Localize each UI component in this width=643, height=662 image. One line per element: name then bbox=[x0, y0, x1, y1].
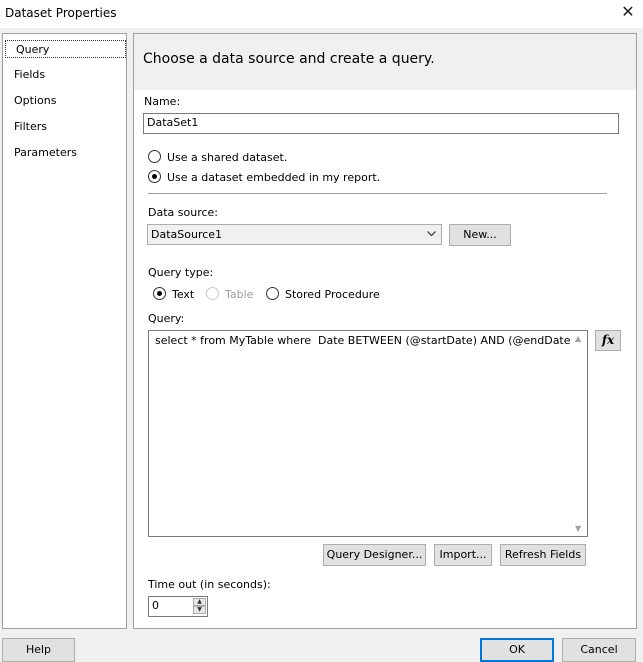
shared-dataset-label: Use a shared dataset. bbox=[167, 151, 288, 164]
nav-item-fields[interactable]: Fields bbox=[14, 66, 45, 84]
spin-up-icon[interactable]: ▲ bbox=[193, 598, 206, 606]
new-data-source-button[interactable]: New... bbox=[449, 224, 511, 246]
nav-item-filters[interactable]: Filters bbox=[14, 118, 47, 136]
nav-panel: Query Fields Options Filters Parameters bbox=[2, 33, 127, 629]
query-scrollbar[interactable]: ▲ ▼ bbox=[571, 331, 587, 536]
scroll-down-icon[interactable]: ▼ bbox=[575, 524, 581, 533]
embedded-dataset-radio[interactable] bbox=[148, 170, 161, 183]
data-source-value: DataSource1 bbox=[151, 228, 223, 241]
query-type-text-radio[interactable] bbox=[153, 287, 166, 300]
close-icon[interactable]: ✕ bbox=[617, 2, 639, 24]
nav-item-query[interactable]: Query bbox=[5, 40, 126, 58]
expression-fx-button[interactable]: fx bbox=[595, 330, 621, 351]
query-type-table-radio bbox=[206, 287, 219, 300]
timeout-value: 0 bbox=[152, 599, 159, 612]
name-input[interactable]: DataSet1 bbox=[143, 113, 619, 134]
query-type-table-label: Table bbox=[225, 288, 254, 301]
query-editor[interactable]: select * from MyTable where Date BETWEEN… bbox=[148, 330, 588, 537]
query-type-stored-procedure-label: Stored Procedure bbox=[285, 288, 380, 301]
import-button[interactable]: Import... bbox=[434, 544, 492, 566]
name-label: Name: bbox=[144, 95, 181, 108]
embedded-dataset-label: Use a dataset embedded in my report. bbox=[167, 171, 381, 184]
spin-down-icon[interactable]: ▼ bbox=[193, 606, 206, 614]
timeout-spinner[interactable]: 0 ▲ ▼ bbox=[148, 596, 208, 617]
query-label: Query: bbox=[148, 312, 185, 325]
query-designer-button[interactable]: Query Designer... bbox=[323, 544, 426, 566]
data-source-dropdown[interactable]: DataSource1 bbox=[147, 224, 442, 245]
window-title: Dataset Properties bbox=[5, 6, 117, 20]
data-source-label: Data source: bbox=[148, 206, 218, 219]
cancel-button[interactable]: Cancel bbox=[562, 638, 636, 662]
separator bbox=[148, 193, 607, 194]
timeout-label: Time out (in seconds): bbox=[148, 578, 271, 591]
query-type-text-label: Text bbox=[172, 288, 195, 301]
refresh-fields-button[interactable]: Refresh Fields bbox=[500, 544, 586, 566]
nav-item-parameters[interactable]: Parameters bbox=[14, 144, 77, 162]
nav-item-options[interactable]: Options bbox=[14, 92, 56, 110]
page-heading: Choose a data source and create a query. bbox=[143, 51, 435, 67]
query-type-stored-procedure-radio[interactable] bbox=[266, 287, 279, 300]
scroll-up-icon[interactable]: ▲ bbox=[575, 334, 581, 343]
query-text: select * from MyTable where Date BETWEEN… bbox=[155, 334, 575, 347]
spinner-buttons: ▲ ▼ bbox=[193, 598, 206, 615]
shared-dataset-radio[interactable] bbox=[148, 150, 161, 163]
ok-button[interactable]: OK bbox=[480, 638, 554, 662]
help-button[interactable]: Help bbox=[2, 638, 75, 662]
query-type-label: Query type: bbox=[148, 266, 214, 279]
chevron-down-icon bbox=[427, 231, 436, 237]
